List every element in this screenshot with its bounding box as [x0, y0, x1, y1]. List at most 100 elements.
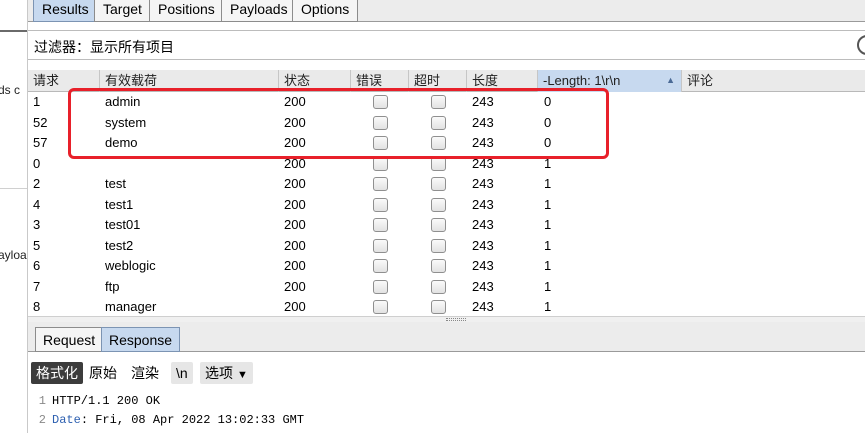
message-tabs: Request Response	[28, 322, 865, 352]
line-number: 2	[38, 413, 46, 427]
header-key: Date	[52, 413, 81, 427]
background-window-edge: ds c ayloa	[0, 0, 28, 433]
cell-grep-match: 0	[544, 135, 552, 150]
sort-ascending-icon: ▲	[666, 75, 675, 85]
response-toolbar: 格式化 原始 渲染 \n 选项 ▼	[28, 352, 865, 388]
table-row[interactable]: 7 ftp 200 243 1	[28, 277, 865, 298]
cell-length: 243	[472, 155, 494, 171]
line-number: 1	[38, 394, 46, 408]
pretty-button[interactable]: 格式化	[31, 362, 83, 384]
error-checkbox[interactable]	[373, 259, 388, 273]
error-checkbox[interactable]	[373, 279, 388, 294]
chevron-down-icon: ▼	[237, 369, 248, 381]
error-checkbox[interactable]	[373, 156, 388, 171]
options-dropdown[interactable]: 选项 ▼	[200, 362, 253, 384]
table-row[interactable]: 3 test01 200 243 1	[28, 215, 865, 236]
timeout-checkbox[interactable]	[431, 95, 446, 109]
cell-grep-match: 1	[544, 258, 552, 273]
column-header-request[interactable]: 请求	[28, 70, 100, 92]
background-text-1: ds c	[0, 83, 21, 97]
table-row[interactable]: 0 200 243 1	[28, 154, 865, 175]
timeout-checkbox[interactable]	[431, 115, 446, 130]
error-checkbox[interactable]	[373, 300, 388, 314]
splitter-grip-icon[interactable]	[446, 318, 466, 321]
error-checkbox[interactable]	[373, 95, 388, 109]
cell-status: 200	[284, 278, 306, 294]
cell-request: 6	[33, 258, 41, 273]
timeout-checkbox[interactable]	[431, 218, 446, 232]
filter-bar[interactable]: 过滤器： 显示所有项目	[28, 30, 865, 60]
column-header-grep[interactable]: -Length: 1\r\n ▲	[538, 70, 682, 92]
cell-status: 200	[284, 258, 306, 273]
tab-positions[interactable]: Positions	[149, 0, 224, 22]
cell-status: 200	[284, 155, 306, 171]
cell-grep-match: 1	[544, 196, 552, 212]
column-header-length[interactable]: 长度	[467, 70, 538, 92]
filter-value[interactable]: 显示所有项目	[90, 37, 174, 57]
cell-length: 243	[472, 176, 494, 191]
cell-grep-match: 1	[544, 237, 552, 253]
column-header-payload[interactable]: 有效载荷	[100, 70, 279, 92]
tab-target[interactable]: Target	[94, 0, 151, 22]
filter-label: 过滤器：	[34, 39, 90, 55]
cell-length: 243	[472, 94, 494, 109]
timeout-checkbox[interactable]	[431, 279, 446, 294]
render-button[interactable]: 渲染	[126, 362, 164, 384]
tab-response[interactable]: Response	[101, 327, 181, 352]
cell-request: 2	[33, 176, 41, 191]
error-checkbox[interactable]	[373, 177, 388, 191]
cell-status: 200	[284, 217, 306, 232]
table-header: 请求 有效载荷 状态 错误 超时 长度 -Length: 1\r\n ▲ 评论	[28, 70, 865, 92]
cell-status: 200	[284, 196, 306, 212]
error-checkbox[interactable]	[373, 115, 388, 130]
response-editor[interactable]: 1 HTTP/1.1 200 OK 2 Date: Fri, 08 Apr 20…	[28, 391, 865, 433]
timeout-checkbox[interactable]	[431, 238, 446, 253]
table-row[interactable]: 4 test1 200 243 1	[28, 195, 865, 216]
results-table: 请求 有效载荷 状态 错误 超时 长度 -Length: 1\r\n ▲ 评论 …	[28, 70, 865, 316]
tab-request[interactable]: Request	[35, 327, 104, 352]
table-row[interactable]: 6 weblogic 200 243 1	[28, 256, 865, 277]
cell-length: 243	[472, 135, 494, 150]
table-row[interactable]: 57 demo 200 243 0	[28, 133, 865, 154]
cell-payload: demo	[105, 135, 138, 150]
cell-length: 243	[472, 299, 494, 314]
table-row[interactable]: 2 test 200 243 1	[28, 174, 865, 195]
error-checkbox[interactable]	[373, 136, 388, 150]
column-header-status[interactable]: 状态	[279, 70, 351, 92]
column-header-error[interactable]: 错误	[351, 70, 409, 92]
table-row[interactable]: 5 test2 200 243 1	[28, 236, 865, 257]
cell-length: 243	[472, 217, 494, 232]
code-line: Date: Fri, 08 Apr 2022 13:02:33 GMT	[52, 413, 304, 427]
cell-payload: ftp	[105, 278, 120, 294]
background-text-2: ayloa	[0, 248, 27, 262]
cell-status: 200	[284, 176, 306, 191]
error-checkbox[interactable]	[373, 197, 388, 212]
cell-request: 57	[33, 135, 48, 150]
timeout-checkbox[interactable]	[431, 197, 446, 212]
tab-payloads[interactable]: Payloads	[221, 0, 297, 22]
column-header-timeout[interactable]: 超时	[409, 70, 467, 92]
error-checkbox[interactable]	[373, 218, 388, 232]
timeout-checkbox[interactable]	[431, 177, 446, 191]
cell-grep-match: 1	[544, 217, 552, 232]
table-row[interactable]: 1 admin 200 243 0	[28, 92, 865, 113]
timeout-checkbox[interactable]	[431, 300, 446, 314]
table-row[interactable]: 8 manager 200 243 1	[28, 297, 865, 316]
cell-length: 243	[472, 237, 494, 253]
timeout-checkbox[interactable]	[431, 156, 446, 171]
raw-button[interactable]: 原始	[84, 362, 122, 384]
help-icon[interactable]	[857, 35, 865, 55]
cell-request: 7	[33, 278, 41, 294]
cell-grep-match: 0	[544, 114, 552, 130]
error-checkbox[interactable]	[373, 238, 388, 253]
tab-options[interactable]: Options	[292, 0, 359, 22]
timeout-checkbox[interactable]	[431, 259, 446, 273]
cell-status: 200	[284, 94, 306, 109]
timeout-checkbox[interactable]	[431, 136, 446, 150]
cell-request: 4	[33, 196, 41, 212]
tab-results[interactable]: Results	[33, 0, 98, 22]
newline-toggle[interactable]: \n	[171, 362, 193, 384]
window-divider	[0, 30, 27, 32]
column-header-comment[interactable]: 评论	[682, 70, 865, 92]
table-row[interactable]: 52 system 200 243 0	[28, 113, 865, 134]
